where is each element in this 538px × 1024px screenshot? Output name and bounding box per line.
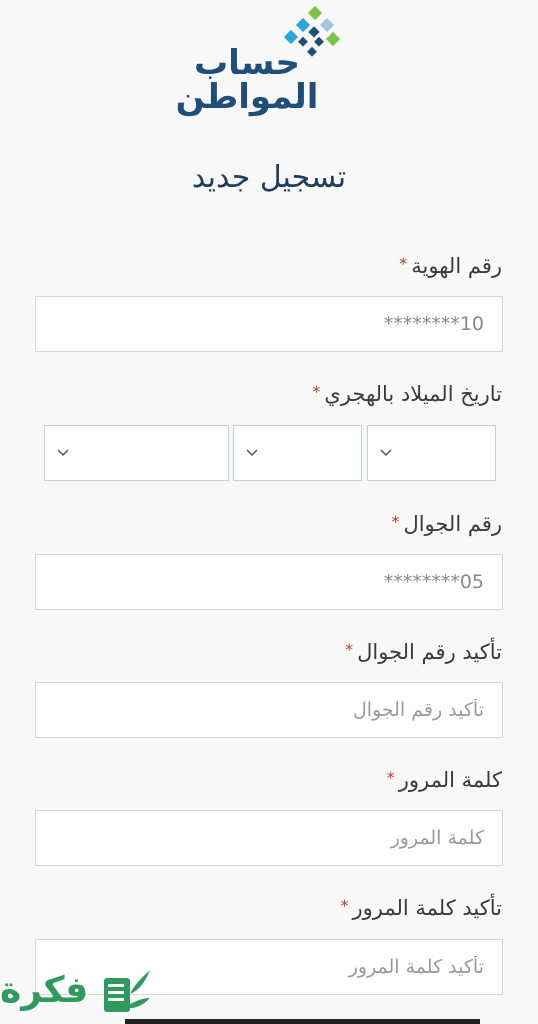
mobile-confirm-field[interactable] — [35, 682, 503, 738]
password-field[interactable] — [35, 810, 503, 866]
chevron-down-icon — [380, 449, 392, 457]
mobile-label: رقم الجوال* — [391, 512, 502, 536]
chevron-down-icon — [246, 449, 258, 457]
password-label: كلمة المرور* — [386, 768, 502, 792]
book-leaf-icon — [104, 970, 150, 1012]
birth-day-select[interactable] — [367, 425, 496, 481]
id-number-input[interactable] — [36, 297, 502, 351]
required-mark: * — [340, 896, 349, 915]
chevron-down-icon — [57, 449, 69, 457]
watermark: فكرة — [0, 962, 160, 1024]
page-title: تسجيل جديد — [191, 160, 347, 195]
birth-date-label: تاريخ الميلاد بالهجري* — [312, 382, 502, 406]
required-mark: * — [386, 768, 395, 787]
id-number-field[interactable] — [35, 296, 503, 352]
mobile-confirm-input[interactable] — [36, 683, 502, 737]
required-mark: * — [312, 382, 321, 401]
logo-line1: حساب — [193, 43, 301, 83]
password-confirm-label: تأكيد كلمة المرور* — [340, 896, 502, 920]
app-logo: حساب المواطن — [172, 6, 347, 118]
birth-year-select[interactable] — [44, 425, 229, 481]
logo-line2: المواطن — [175, 77, 319, 117]
mobile-input[interactable] — [36, 555, 502, 609]
required-mark: * — [391, 512, 400, 531]
mobile-confirm-label: تأكيد رقم الجوال* — [345, 640, 502, 664]
id-number-label: رقم الهوية* — [399, 254, 502, 278]
required-mark: * — [345, 640, 354, 659]
watermark-text: فكرة — [0, 970, 89, 1011]
birth-month-select[interactable] — [233, 425, 362, 481]
required-mark: * — [399, 254, 408, 273]
mobile-field[interactable] — [35, 554, 503, 610]
password-input[interactable] — [36, 811, 502, 865]
bottom-edge — [125, 1019, 480, 1024]
